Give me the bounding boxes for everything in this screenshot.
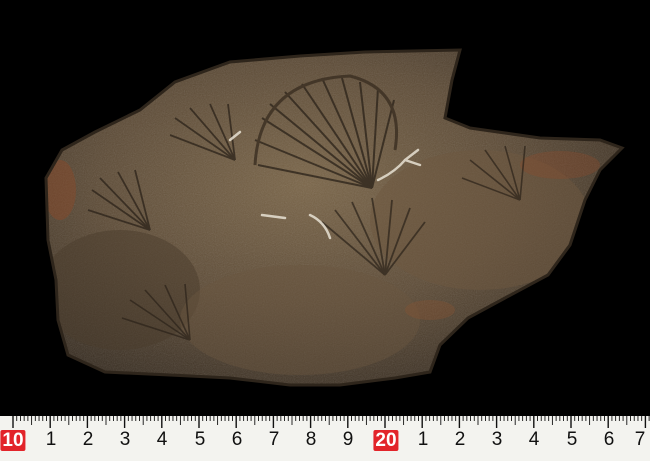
ruler-label-6: 6	[231, 429, 243, 450]
ruler-label-27: 7	[634, 429, 646, 450]
ruler-label-23: 3	[491, 429, 503, 450]
ruler-label-8: 8	[305, 429, 317, 450]
ruler-label-24: 4	[528, 429, 540, 450]
ruler-label-25: 5	[566, 429, 578, 450]
ruler-label-2: 2	[82, 429, 94, 450]
photo-scene	[0, 0, 650, 461]
ruler-label-26: 6	[603, 429, 615, 450]
ruler-label-10: 10	[0, 430, 26, 451]
ruler-label-3: 3	[119, 429, 131, 450]
ruler-ticks	[12, 416, 650, 428]
ruler-label-7: 7	[268, 429, 280, 450]
ruler-label-21: 1	[417, 429, 429, 450]
measuring-ruler: 10 1 2 3 4 5 6 7 8 9 20 1 2 3 4 5 6 7	[0, 416, 650, 461]
ruler-label-20: 20	[373, 430, 399, 451]
ruler-label-1: 1	[45, 429, 57, 450]
ruler-label-4: 4	[156, 429, 168, 450]
ruler-label-9: 9	[342, 429, 354, 450]
ruler-label-5: 5	[194, 429, 206, 450]
ruler-label-22: 2	[454, 429, 466, 450]
